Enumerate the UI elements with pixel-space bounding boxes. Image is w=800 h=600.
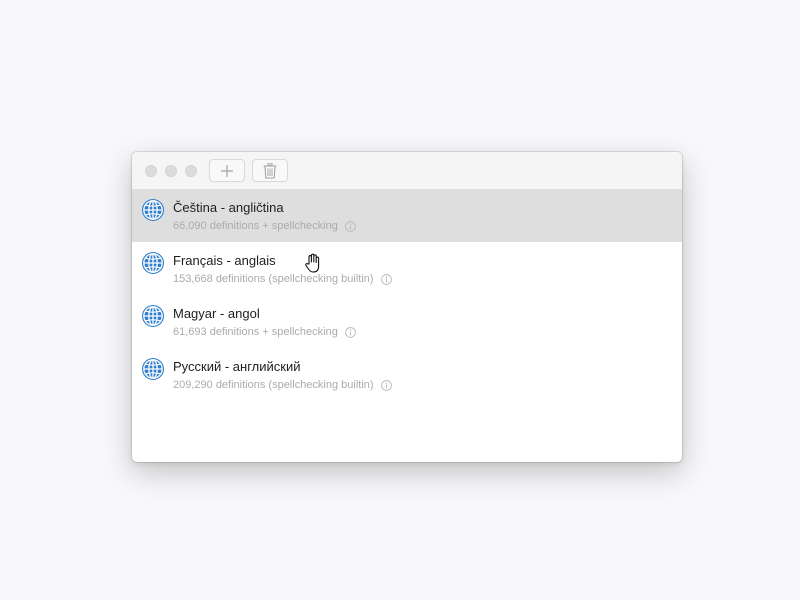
dictionary-details: 66,090 definitions + spellchecking [173,220,356,232]
dictionary-title: Magyar - angol [173,306,260,321]
dictionary-title: Français - anglais [173,253,276,268]
info-icon[interactable] [380,273,392,285]
close-window-button[interactable] [145,165,157,177]
dictionary-row[interactable]: Čeština - angličtina 66,090 definitions +… [132,189,682,242]
trash-icon [263,162,277,179]
dictionary-subtitle: 209,290 definitions (spellchecking built… [173,379,374,391]
dictionary-subtitle: 66,090 definitions + spellchecking [173,220,338,232]
dictionary-title: Čeština - angličtina [173,200,284,215]
info-icon[interactable] [380,379,392,391]
globe-icon [142,252,164,274]
dictionaries-window: Čeština - angličtina 66,090 definitions +… [132,152,682,462]
dictionary-details: 209,290 definitions (spellchecking built… [173,379,392,391]
add-dictionary-button[interactable] [209,159,245,182]
globe-icon [142,199,164,221]
dictionary-row[interactable]: Français - anglais 153,668 definitions (s… [132,242,682,295]
dictionary-details: 61,693 definitions + spellchecking [173,326,356,338]
plus-icon [221,164,233,177]
delete-dictionary-button[interactable] [252,159,288,182]
dictionary-details: 153,668 definitions (spellchecking built… [173,273,392,285]
titlebar [132,152,682,190]
info-icon[interactable] [344,326,356,338]
dictionary-subtitle: 61,693 definitions + spellchecking [173,326,338,338]
zoom-window-button[interactable] [185,165,197,177]
globe-icon [142,358,164,380]
dictionary-row[interactable]: Magyar - angol 61,693 definitions + spell… [132,295,682,348]
open-hand-cursor-icon [305,253,320,273]
minimize-window-button[interactable] [165,165,177,177]
dictionary-list: Čeština - angličtina 66,090 definitions +… [132,189,682,401]
dictionary-subtitle: 153,668 definitions (spellchecking built… [173,273,374,285]
info-icon[interactable] [344,220,356,232]
globe-icon [142,305,164,327]
dictionary-row[interactable]: Русский - английский 209,290 definitions … [132,348,682,401]
dictionary-title: Русский - английский [173,359,301,374]
